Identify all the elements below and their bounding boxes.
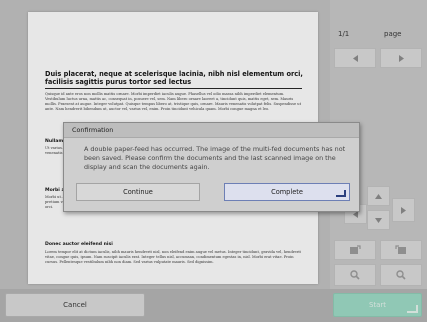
continue-button[interactable]: Continue [76,183,200,201]
complete-button[interactable]: Complete [224,183,350,201]
confirmation-dialog: Confirmation A double paper-feed has occ… [63,122,360,212]
corner-arrow-icon [336,190,346,197]
dialog-message: A double paper-feed has occurred. The im… [84,145,346,171]
complete-button-label: Complete [271,188,303,196]
dialog-title-bar: Confirmation [64,123,359,138]
dialog-title: Confirmation [72,126,114,134]
